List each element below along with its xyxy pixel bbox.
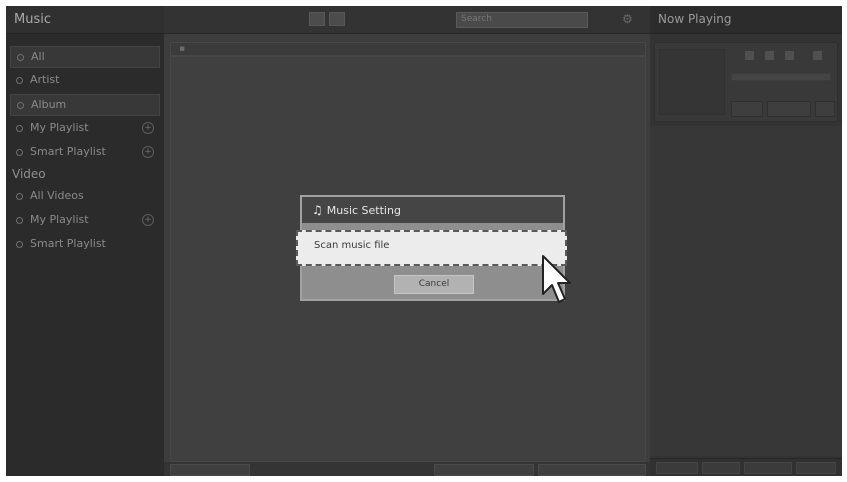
sidebar-item-label: Smart Playlist <box>30 237 106 250</box>
panel-tab[interactable] <box>815 101 835 117</box>
sidebar-title: Music <box>6 6 164 34</box>
sidebar-item-video-my-playlist[interactable]: My Playlist + <box>10 210 160 232</box>
cancel-button[interactable]: Cancel <box>394 275 474 294</box>
scan-music-file-option[interactable]: Scan music file <box>296 230 567 266</box>
progress-bar[interactable] <box>731 73 831 81</box>
sidebar-item-video-smart-playlist[interactable]: Smart Playlist <box>10 234 160 256</box>
volume-icon[interactable] <box>813 51 822 60</box>
now-playing-box <box>654 42 838 122</box>
sidebar-item-artist[interactable]: Artist <box>10 70 160 92</box>
panel-tab[interactable] <box>767 101 811 117</box>
dialog-title-bar: ♫ Music Setting <box>302 197 563 223</box>
column-headers: ▪ <box>170 42 646 56</box>
playlist-area <box>650 126 842 456</box>
mouse-pointer-icon <box>542 255 571 303</box>
sidebar: Music All Artist Album My Playlist + Sma… <box>6 6 164 476</box>
panel-tab[interactable] <box>731 101 763 117</box>
now-playing-panel: Now Playing <box>650 6 842 476</box>
gear-icon[interactable]: ⚙ <box>622 12 633 26</box>
prev-icon[interactable] <box>745 51 754 60</box>
footer-segment <box>656 462 698 474</box>
footer-segment <box>170 464 250 476</box>
sidebar-item-all-videos[interactable]: All Videos <box>10 186 160 208</box>
sidebar-item-smart-playlist[interactable]: Smart Playlist + <box>10 142 160 164</box>
add-video-playlist-icon[interactable]: + <box>142 214 154 226</box>
music-setting-dialog: ♫ Music Setting Scan music file Cancel <box>296 195 567 301</box>
music-note-icon: ♫ <box>312 203 323 217</box>
bullet-icon <box>16 217 23 224</box>
center-footer <box>164 462 650 476</box>
bullet-icon <box>16 77 23 84</box>
footer-segment <box>702 462 740 474</box>
sidebar-item-label: All <box>31 50 45 63</box>
add-smart-playlist-icon[interactable]: + <box>142 146 154 158</box>
footer-segment <box>744 462 792 474</box>
search-input[interactable]: Search <box>456 12 588 28</box>
sidebar-item-label: Smart Playlist <box>30 145 106 158</box>
sidebar-item-label: All Videos <box>30 189 84 202</box>
toolbar: Search ⚙ <box>164 6 650 34</box>
bullet-icon <box>16 149 23 156</box>
sidebar-item-all[interactable]: All <box>10 46 160 68</box>
footer-segment <box>796 462 836 474</box>
bullet-icon <box>16 193 23 200</box>
next-icon[interactable] <box>785 51 794 60</box>
right-footer <box>650 458 842 476</box>
footer-segment <box>434 464 534 476</box>
play-icon[interactable] <box>765 51 774 60</box>
bullet-icon <box>17 102 24 109</box>
sidebar-item-album[interactable]: Album <box>10 94 160 116</box>
view-grid-button[interactable] <box>329 12 345 26</box>
dialog-title: Music Setting <box>326 203 401 217</box>
bullet-icon <box>17 54 24 61</box>
now-playing-title: Now Playing <box>650 6 842 34</box>
footer-segment <box>538 464 646 476</box>
sidebar-item-label: My Playlist <box>30 213 89 226</box>
sidebar-group-video: Video <box>12 167 46 181</box>
sidebar-item-label: Album <box>31 98 67 111</box>
column-header[interactable]: ▪ <box>179 44 185 54</box>
add-playlist-icon[interactable]: + <box>142 122 154 134</box>
view-list-button[interactable] <box>309 12 325 26</box>
sidebar-item-label: My Playlist <box>30 121 89 134</box>
sidebar-item-my-playlist[interactable]: My Playlist + <box>10 118 160 140</box>
album-art <box>659 49 725 115</box>
sidebar-item-label: Artist <box>30 73 60 86</box>
bullet-icon <box>16 241 23 248</box>
bullet-icon <box>16 125 23 132</box>
